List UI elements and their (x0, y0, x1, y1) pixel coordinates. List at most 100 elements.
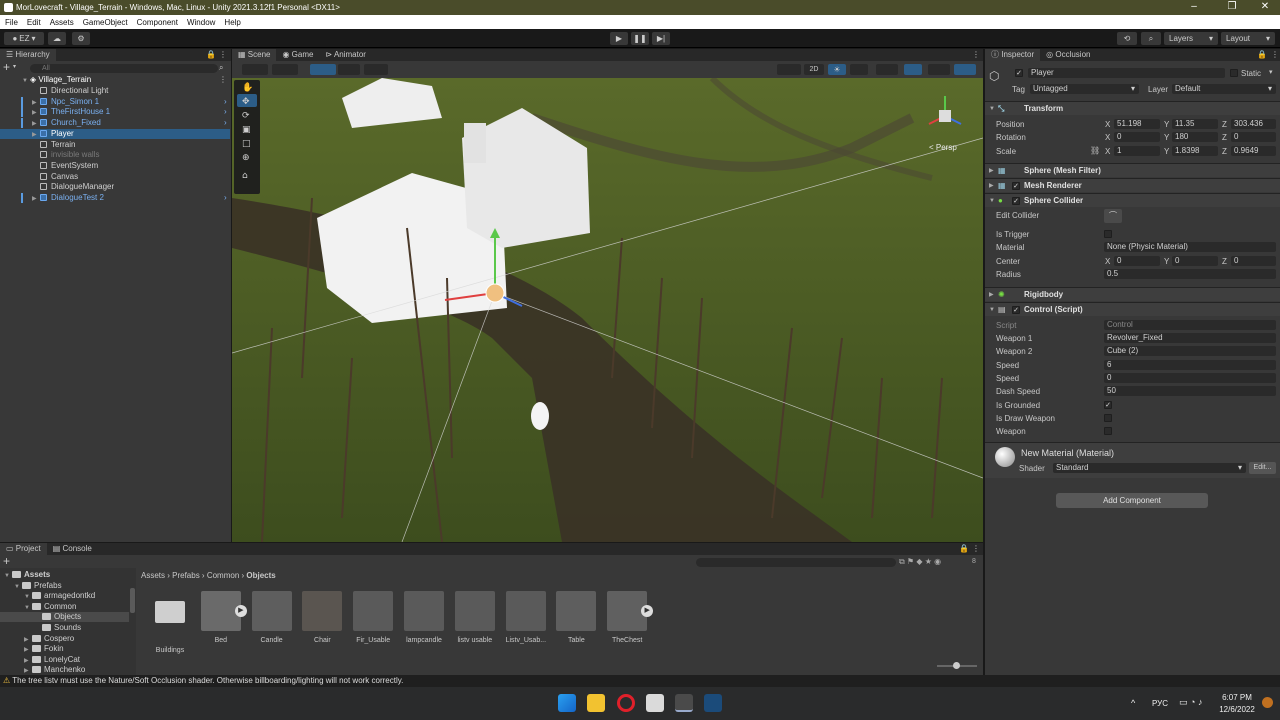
scene-viewport[interactable]: ✋ ✥ ⟳ ▣ □ ⊕ ⌂ < Persp (232, 78, 983, 542)
chevron-icon[interactable]: ▼ (14, 582, 22, 592)
open-prefab-icon[interactable]: › (224, 107, 227, 117)
hierarchy-item[interactable]: DialogueManager (32, 182, 114, 192)
chevron-icon[interactable]: ▼ (24, 592, 32, 602)
sphere-collider-header[interactable]: ▼ ● ✓ Sphere Collider (985, 193, 1280, 207)
scale-x-field[interactable]: 1 (1114, 146, 1160, 156)
open-prefab-icon[interactable]: › (224, 97, 227, 107)
close-icon[interactable]: ✕ (1248, 0, 1280, 15)
lock-icon[interactable]: 🔒 (206, 50, 216, 59)
asset-item[interactable]: lampcandle (404, 591, 444, 644)
chevron-right-icon[interactable]: ▶ (32, 194, 40, 204)
chevron-icon[interactable]: ▼ (4, 571, 12, 581)
tab-game[interactable]: ◉ Game (276, 49, 319, 61)
menu-file[interactable]: File (5, 18, 18, 27)
asset-item[interactable]: listv usable (454, 591, 495, 644)
dash-speed-field[interactable]: 50 (1104, 386, 1276, 396)
object-name-input[interactable]: Player (1028, 68, 1225, 78)
tab-scene[interactable]: ▦ Scene (232, 49, 277, 61)
chevron-icon[interactable]: ▶ (24, 645, 32, 655)
position-z-field[interactable]: 303.436 (1231, 119, 1276, 129)
menu-assets[interactable]: Assets (50, 18, 74, 27)
chevron-icon[interactable]: ▼ (24, 603, 32, 613)
rotation-x-field[interactable]: 0 (1114, 132, 1160, 142)
position-y-field[interactable]: 11.35 (1172, 119, 1218, 129)
asset-item[interactable]: Buildings (150, 591, 190, 654)
file-explorer-icon[interactable] (587, 694, 605, 712)
hierarchy-item[interactable]: invisible walls (32, 150, 99, 160)
tab-console[interactable]: ▤ Console (47, 543, 98, 555)
center-x-field[interactable]: 0 (1114, 256, 1160, 266)
chevron-right-icon[interactable]: ▶ (32, 130, 40, 140)
control-script-checkbox[interactable]: ✓ (1012, 306, 1020, 314)
chevron-icon[interactable]: ▶ (24, 656, 32, 666)
unity-editor-icon[interactable] (675, 694, 693, 712)
minimize-icon[interactable]: – (1177, 0, 1211, 15)
account-button[interactable]: ● EZ ▾ (4, 32, 44, 45)
chevron-down-icon[interactable]: ▾ (13, 63, 16, 70)
global-toggle[interactable] (338, 64, 360, 75)
more-icon[interactable]: ⋮ (219, 75, 227, 84)
asset-item[interactable]: Table (556, 591, 597, 644)
effects-dropdown[interactable] (876, 64, 898, 75)
menu-component[interactable]: Component (137, 18, 178, 27)
more-icon[interactable]: ⋮ (972, 544, 980, 553)
hierarchy-item[interactable]: ▶ Npc_Simon 1 › (21, 96, 227, 107)
is-trigger-checkbox[interactable] (1104, 230, 1112, 238)
camera-dropdown[interactable] (928, 64, 950, 75)
status-bar[interactable]: ⚠ The tree listv must use the Nature/Sof… (0, 675, 1280, 687)
menu-gameobject[interactable]: GameObject (83, 18, 128, 27)
maximize-icon[interactable]: ❐ (1215, 0, 1249, 15)
pivot-toggle[interactable] (310, 64, 336, 75)
hierarchy-item[interactable]: ▶ Church_Fixed › (21, 118, 227, 129)
project-tree-item[interactable]: ▼ armagedontkd (24, 591, 95, 601)
lock-icon[interactable]: 🔒 (959, 544, 969, 553)
toggle-2d[interactable]: 2D (804, 64, 824, 75)
project-tree-item[interactable]: ▶ Cospero (24, 634, 74, 644)
project-tree-item[interactable]: ▼ Common (24, 602, 76, 612)
hierarchy-item[interactable]: ▶ TheFirstHouse 1 › (21, 107, 227, 118)
search-options-icon[interactable]: ⌕ (219, 63, 223, 73)
rotation-z-field[interactable]: 0 (1231, 132, 1276, 142)
tab-occlusion[interactable]: ◎ Occlusion (1040, 49, 1096, 61)
asset-item[interactable]: TheChest ▶ (607, 591, 654, 644)
hierarchy-item[interactable]: EventSystem (32, 161, 98, 171)
breadcrumb-item[interactable]: Common (207, 571, 239, 580)
menu-edit[interactable]: Edit (27, 18, 41, 27)
static-checkbox[interactable] (1230, 69, 1238, 77)
hierarchy-search-input[interactable]: All (30, 64, 218, 73)
expand-prefab-icon[interactable]: ▶ (234, 605, 247, 617)
layer-dropdown[interactable]: Default ▾ (1172, 84, 1276, 94)
is-grounded-checkbox[interactable]: ✓ (1104, 401, 1112, 409)
project-tree-item[interactable]: ▶ Fokin (24, 644, 64, 654)
tray-chevron-icon[interactable]: ^ (1131, 698, 1135, 708)
opera-icon[interactable] (617, 694, 635, 712)
step-button[interactable]: ▶| (652, 32, 670, 45)
tag-dropdown[interactable]: Untagged ▾ (1030, 84, 1139, 94)
weapon-checkbox[interactable] (1104, 427, 1112, 435)
hierarchy-item[interactable]: ▶ DialogueTest 2 › (21, 193, 227, 204)
is-draw-weapon-checkbox[interactable] (1104, 414, 1112, 422)
asset-item[interactable]: Fir_Usable (353, 591, 394, 644)
add-component-button[interactable]: Add Component (1056, 493, 1208, 508)
notification-icon[interactable] (1262, 697, 1273, 708)
chevron-right-icon[interactable]: ▶ (32, 119, 40, 129)
menu-window[interactable]: Window (187, 18, 215, 27)
rotation-y-field[interactable]: 180 (1172, 132, 1218, 142)
speed2-field[interactable]: 0 (1104, 373, 1276, 383)
project-tree-item[interactable]: ▼ Prefabs (14, 581, 62, 591)
add-asset-button[interactable]: + (3, 555, 10, 567)
visibility-toggle[interactable] (904, 64, 922, 75)
project-tree-item[interactable]: ▶ Manchenko (24, 665, 85, 675)
play-button[interactable]: ▶ (610, 32, 628, 45)
audio-toggle[interactable] (850, 64, 868, 75)
draw-mode-dropdown[interactable] (242, 64, 268, 75)
lighting-toggle[interactable]: ☀ (828, 64, 846, 75)
mesh-filter-header[interactable]: ▶ ▦ Sphere (Mesh Filter) (985, 163, 1280, 177)
steam-icon[interactable] (704, 694, 722, 712)
tab-animator[interactable]: ⊳ Animator (319, 49, 372, 61)
mesh-renderer-checkbox[interactable]: ✓ (1012, 182, 1020, 190)
gizmos-dropdown[interactable] (954, 64, 976, 75)
weapon2-field[interactable]: Cube (2) (1104, 346, 1276, 356)
more-icon[interactable]: ⋮ (972, 50, 980, 59)
asset-item[interactable]: Bed ▶ (200, 591, 247, 644)
